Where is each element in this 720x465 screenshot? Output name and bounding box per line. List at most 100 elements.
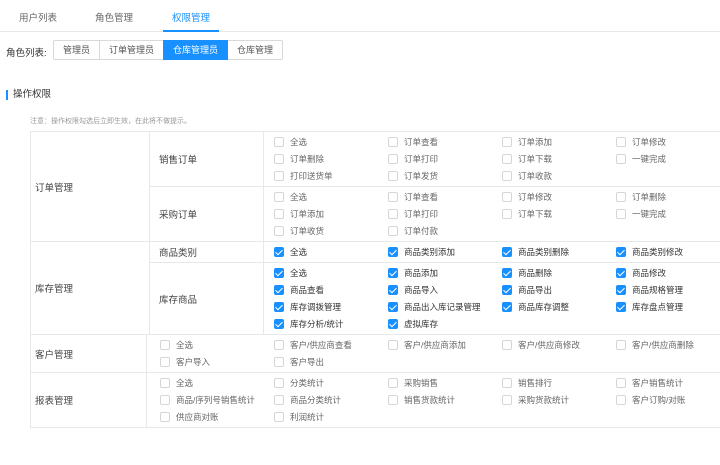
permission-checkbox[interactable]: 订单收款 xyxy=(502,170,616,182)
checkbox-unchecked-icon[interactable] xyxy=(274,137,284,147)
checkbox-checked-icon[interactable] xyxy=(388,302,398,312)
permission-checkbox[interactable]: 全选 xyxy=(160,377,274,389)
permission-checkbox[interactable]: 商品修改 xyxy=(616,267,720,279)
checkbox-checked-icon[interactable] xyxy=(502,302,512,312)
permission-checkbox[interactable]: 销售货款统计 xyxy=(388,394,502,406)
permission-checkbox[interactable]: 订单添加 xyxy=(274,208,388,220)
checkbox-checked-icon[interactable] xyxy=(616,285,626,295)
permission-checkbox[interactable]: 商品/序列号销售统计 xyxy=(160,394,274,406)
permission-checkbox[interactable]: 商品规格管理 xyxy=(616,284,720,296)
permission-checkbox[interactable]: 订单删除 xyxy=(274,153,388,165)
permission-checkbox[interactable]: 订单付款 xyxy=(388,225,502,237)
permission-checkbox[interactable]: 客户销售统计 xyxy=(616,377,720,389)
checkbox-unchecked-icon[interactable] xyxy=(388,209,398,219)
permission-checkbox[interactable]: 全选 xyxy=(274,267,388,279)
permission-checkbox[interactable]: 采购销售 xyxy=(388,377,502,389)
permission-checkbox[interactable]: 客户/供应商查看 xyxy=(274,339,388,351)
tab-user-list[interactable]: 用户列表 xyxy=(19,10,57,24)
checkbox-unchecked-icon[interactable] xyxy=(616,137,626,147)
permission-checkbox[interactable]: 分类统计 xyxy=(274,377,388,389)
permission-checkbox[interactable]: 采购货款统计 xyxy=(502,394,616,406)
checkbox-unchecked-icon[interactable] xyxy=(388,340,398,350)
permission-checkbox[interactable]: 客户订购/对账 xyxy=(616,394,720,406)
checkbox-unchecked-icon[interactable] xyxy=(388,154,398,164)
checkbox-checked-icon[interactable] xyxy=(502,268,512,278)
checkbox-unchecked-icon[interactable] xyxy=(502,154,512,164)
permission-checkbox[interactable]: 利润统计 xyxy=(274,411,388,423)
permission-checkbox[interactable]: 一键完成 xyxy=(616,208,720,220)
permission-checkbox[interactable]: 客户导出 xyxy=(274,356,388,368)
permission-checkbox[interactable]: 订单删除 xyxy=(616,191,720,203)
permission-checkbox[interactable]: 客户导入 xyxy=(160,356,274,368)
checkbox-unchecked-icon[interactable] xyxy=(274,154,284,164)
checkbox-checked-icon[interactable] xyxy=(274,319,284,329)
checkbox-unchecked-icon[interactable] xyxy=(616,340,626,350)
permission-checkbox[interactable]: 订单添加 xyxy=(502,136,616,148)
permission-checkbox[interactable]: 客户/供应商修改 xyxy=(502,339,616,351)
checkbox-unchecked-icon[interactable] xyxy=(502,395,512,405)
checkbox-unchecked-icon[interactable] xyxy=(388,226,398,236)
checkbox-checked-icon[interactable] xyxy=(502,285,512,295)
checkbox-unchecked-icon[interactable] xyxy=(274,340,284,350)
permission-checkbox[interactable]: 库存盘点管理 xyxy=(616,301,720,313)
checkbox-unchecked-icon[interactable] xyxy=(274,357,284,367)
checkbox-unchecked-icon[interactable] xyxy=(502,340,512,350)
checkbox-unchecked-icon[interactable] xyxy=(616,209,626,219)
permission-checkbox[interactable]: 全选 xyxy=(274,136,388,148)
permission-checkbox[interactable]: 供应商对账 xyxy=(160,411,274,423)
permission-checkbox[interactable]: 订单查看 xyxy=(388,191,502,203)
checkbox-checked-icon[interactable] xyxy=(388,285,398,295)
role-button-warehouse-admin[interactable]: 仓库管理员 xyxy=(163,40,229,60)
checkbox-unchecked-icon[interactable] xyxy=(160,412,170,422)
permission-checkbox[interactable]: 虚拟库存 xyxy=(388,318,502,330)
checkbox-unchecked-icon[interactable] xyxy=(616,192,626,202)
checkbox-unchecked-icon[interactable] xyxy=(388,171,398,181)
checkbox-unchecked-icon[interactable] xyxy=(274,171,284,181)
checkbox-checked-icon[interactable] xyxy=(388,268,398,278)
permission-checkbox[interactable]: 库存调拨管理 xyxy=(274,301,388,313)
checkbox-checked-icon[interactable] xyxy=(274,285,284,295)
permission-checkbox[interactable]: 销售排行 xyxy=(502,377,616,389)
permission-checkbox[interactable]: 订单收货 xyxy=(274,225,388,237)
permission-checkbox[interactable]: 商品导出 xyxy=(502,284,616,296)
permission-checkbox[interactable]: 商品查看 xyxy=(274,284,388,296)
checkbox-unchecked-icon[interactable] xyxy=(274,412,284,422)
checkbox-checked-icon[interactable] xyxy=(274,302,284,312)
permission-checkbox[interactable]: 商品库存调整 xyxy=(502,301,616,313)
checkbox-checked-icon[interactable] xyxy=(388,247,398,257)
role-button-warehouse[interactable]: 仓库管理 xyxy=(227,40,284,60)
checkbox-unchecked-icon[interactable] xyxy=(502,209,512,219)
checkbox-unchecked-icon[interactable] xyxy=(616,395,626,405)
permission-checkbox[interactable]: 商品添加 xyxy=(388,267,502,279)
checkbox-unchecked-icon[interactable] xyxy=(388,137,398,147)
checkbox-checked-icon[interactable] xyxy=(616,247,626,257)
checkbox-checked-icon[interactable] xyxy=(616,268,626,278)
permission-checkbox[interactable]: 商品分类统计 xyxy=(274,394,388,406)
permission-checkbox[interactable]: 订单打印 xyxy=(388,153,502,165)
checkbox-checked-icon[interactable] xyxy=(274,247,284,257)
checkbox-unchecked-icon[interactable] xyxy=(388,192,398,202)
checkbox-unchecked-icon[interactable] xyxy=(502,192,512,202)
permission-checkbox[interactable]: 一键完成 xyxy=(616,153,720,165)
permission-checkbox[interactable]: 订单下载 xyxy=(502,208,616,220)
checkbox-checked-icon[interactable] xyxy=(616,302,626,312)
permission-checkbox[interactable]: 订单下载 xyxy=(502,153,616,165)
checkbox-unchecked-icon[interactable] xyxy=(616,154,626,164)
permission-checkbox[interactable]: 客户/供应商添加 xyxy=(388,339,502,351)
permission-checkbox[interactable]: 商品类别修改 xyxy=(616,246,720,258)
checkbox-checked-icon[interactable] xyxy=(502,247,512,257)
checkbox-checked-icon[interactable] xyxy=(274,268,284,278)
checkbox-unchecked-icon[interactable] xyxy=(388,395,398,405)
permission-checkbox[interactable]: 订单修改 xyxy=(502,191,616,203)
role-button-order-admin[interactable]: 订单管理员 xyxy=(99,40,165,60)
permission-checkbox[interactable]: 全选 xyxy=(274,246,388,258)
checkbox-unchecked-icon[interactable] xyxy=(274,192,284,202)
checkbox-unchecked-icon[interactable] xyxy=(160,340,170,350)
checkbox-unchecked-icon[interactable] xyxy=(160,378,170,388)
checkbox-unchecked-icon[interactable] xyxy=(502,137,512,147)
checkbox-unchecked-icon[interactable] xyxy=(616,378,626,388)
permission-checkbox[interactable]: 打印送货单 xyxy=(274,170,388,182)
checkbox-unchecked-icon[interactable] xyxy=(160,395,170,405)
permission-checkbox[interactable]: 客户/供应商删除 xyxy=(616,339,720,351)
checkbox-unchecked-icon[interactable] xyxy=(160,357,170,367)
